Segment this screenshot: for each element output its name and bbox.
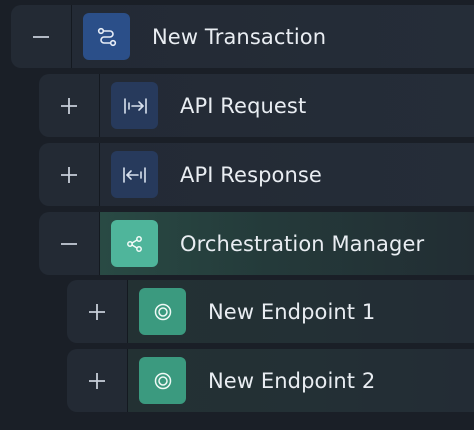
share-nodes-icon bbox=[111, 220, 158, 267]
tree-item-orchestration-manager[interactable]: Orchestration Manager bbox=[39, 212, 474, 275]
target-icon bbox=[139, 357, 186, 404]
tree-item-new-endpoint-1[interactable]: New Endpoint 1 bbox=[67, 280, 474, 343]
collapse-toggle[interactable] bbox=[39, 212, 100, 275]
tree-item-label: Orchestration Manager bbox=[180, 231, 425, 256]
tree-item-body[interactable]: API Response bbox=[100, 143, 474, 206]
response-arrow-icon bbox=[111, 151, 158, 198]
tree-item-body[interactable]: New Endpoint 2 bbox=[128, 349, 474, 412]
tree-item-label: New Transaction bbox=[152, 24, 327, 49]
minus-icon bbox=[33, 35, 49, 38]
tree-item-label: API Request bbox=[180, 93, 307, 118]
expand-toggle[interactable] bbox=[67, 280, 128, 343]
tree-item-new-transaction[interactable]: New Transaction bbox=[11, 5, 474, 68]
transaction-flow-icon bbox=[83, 13, 130, 60]
plus-icon bbox=[61, 97, 77, 114]
tree-item-body[interactable]: New Endpoint 1 bbox=[128, 280, 474, 343]
expand-toggle[interactable] bbox=[39, 143, 100, 206]
tree-item-api-request[interactable]: API Request bbox=[39, 74, 474, 137]
tree-item-label: New Endpoint 2 bbox=[208, 368, 376, 393]
tree-item-api-response[interactable]: API Response bbox=[39, 143, 474, 206]
plus-icon bbox=[89, 372, 105, 389]
request-arrow-icon bbox=[111, 82, 158, 129]
tree-item-new-endpoint-2[interactable]: New Endpoint 2 bbox=[67, 349, 474, 412]
tree-item-label: New Endpoint 1 bbox=[208, 299, 376, 324]
tree-item-body[interactable]: API Request bbox=[100, 74, 474, 137]
transaction-tree: New Transaction API Request API Response… bbox=[0, 0, 474, 430]
expand-toggle[interactable] bbox=[39, 74, 100, 137]
plus-icon bbox=[89, 303, 105, 320]
tree-item-label: API Response bbox=[180, 162, 322, 187]
tree-item-body[interactable]: Orchestration Manager bbox=[100, 212, 474, 275]
minus-icon bbox=[61, 242, 77, 245]
plus-icon bbox=[61, 166, 77, 183]
tree-item-body[interactable]: New Transaction bbox=[72, 5, 474, 68]
expand-toggle[interactable] bbox=[67, 349, 128, 412]
target-icon bbox=[139, 288, 186, 335]
collapse-toggle[interactable] bbox=[11, 5, 72, 68]
